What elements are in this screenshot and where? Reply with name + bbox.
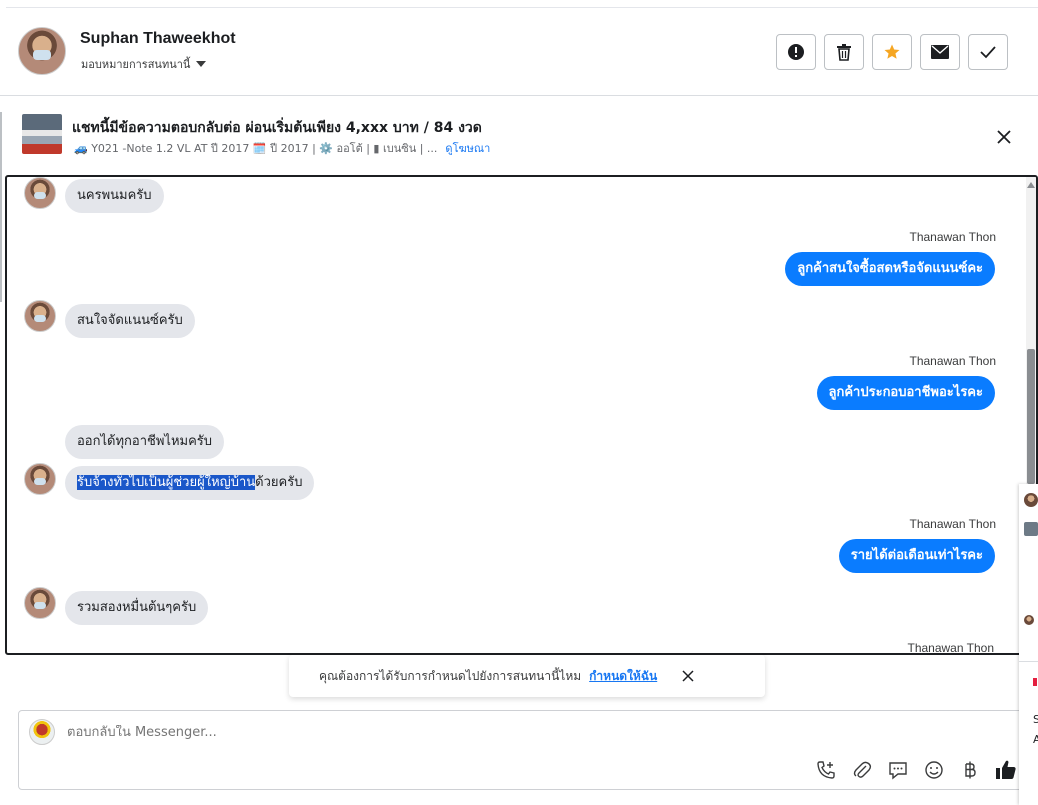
- scroll-up-arrow-icon[interactable]: [1027, 182, 1035, 188]
- overlay-text: A: [1033, 733, 1038, 746]
- emoji-button[interactable]: [923, 759, 945, 781]
- mark-unread-button[interactable]: [920, 34, 960, 70]
- assign-label: มอบหมายการสนทนานี้: [81, 58, 191, 71]
- list-item-avatar[interactable]: [1024, 493, 1038, 507]
- star-button[interactable]: [872, 34, 912, 70]
- mark-spam-button[interactable]: [776, 34, 816, 70]
- payment-button[interactable]: [959, 759, 981, 781]
- view-ad-link[interactable]: ดูโฆษณา: [445, 139, 490, 157]
- close-ad-button[interactable]: [992, 125, 1016, 149]
- incoming-message[interactable]: ออกได้ทุกอาชีพไหมครับ: [65, 425, 225, 459]
- composer-toolbar: [815, 759, 1017, 781]
- list-item-ad-thumb[interactable]: [1024, 522, 1038, 536]
- exclamation-icon: [788, 44, 804, 60]
- avatar-mask-shape: [34, 192, 46, 199]
- chevron-down-icon: [196, 61, 207, 67]
- phone-plus-icon: [817, 761, 835, 779]
- contact-avatar-small: [24, 177, 56, 209]
- thumbs-up-icon: [996, 760, 1016, 779]
- assign-notification: คุณต้องการได้รับการกำหนดไปยังการสนทนานี้…: [289, 655, 765, 697]
- saved-reply-button[interactable]: [887, 759, 909, 781]
- notification-text: คุณต้องการได้รับการกำหนดไปยังการสนทนานี้…: [319, 668, 582, 683]
- contact-name[interactable]: Suphan Thaweekhot: [80, 30, 236, 48]
- assign-conversation-dropdown[interactable]: มอบหมายการสนทนานี้: [81, 55, 207, 73]
- message-text-rest: ด้วยครับ: [255, 475, 303, 490]
- emoji-icon: [925, 761, 943, 779]
- outgoing-message[interactable]: รายได้ต่อเดือนเท่าไรคะ: [838, 539, 995, 573]
- trash-icon: [837, 44, 851, 61]
- close-icon: [997, 130, 1011, 144]
- assign-to-me-link[interactable]: กำหนดให้ฉัน: [589, 667, 657, 686]
- avatar-mask-shape: [32, 50, 52, 61]
- avatar-mask-shape: [34, 478, 46, 485]
- ad-title: แชทนี้มีข้อความตอบกลับต่อ ผ่อนเริ่มต้นเพ…: [72, 120, 482, 136]
- incoming-message[interactable]: สนใจจัดแนนซ์ครับ: [65, 304, 195, 338]
- scrollbar-thumb[interactable]: [1027, 349, 1035, 484]
- selected-text: รับจ้างทั่วไปเป็นผู้ช่วยผู้ใหญ่บ้าน: [77, 475, 256, 490]
- sender-name: Thanawan Thon: [907, 641, 994, 655]
- delete-button[interactable]: [824, 34, 864, 70]
- overlay-text: S: [1033, 713, 1038, 726]
- ad-subtitle-row: 🚙 Y021 -Note 1.2 VL AT ปี 2017 🗓️ ปี 201…: [74, 139, 490, 157]
- close-notification-button[interactable]: [679, 667, 697, 685]
- status-marker: [1033, 678, 1037, 686]
- ad-context-bar: แชทนี้มีข้อความตอบกลับต่อ ผ่อนเริ่มต้นเพ…: [0, 97, 1038, 175]
- sender-name: Thanawan Thon: [909, 517, 996, 531]
- paperclip-icon: [853, 761, 872, 778]
- incoming-message[interactable]: รวมสองหมื่นต้นๆครับ: [65, 591, 209, 625]
- contact-avatar-small: [24, 463, 56, 495]
- page-avatar: [29, 719, 55, 745]
- messenger-conversation-view: Suphan Thaweekhot มอบหมายการสนทนานี้ แชท…: [0, 0, 1038, 805]
- contact-avatar-small: [24, 300, 56, 332]
- star-icon: [884, 44, 900, 59]
- ad-thumbnail[interactable]: [22, 114, 62, 154]
- avatar-mask-shape: [34, 602, 46, 609]
- close-icon: [682, 670, 694, 682]
- conversation-header: Suphan Thaweekhot มอบหมายการสนทนานี้: [0, 8, 1038, 96]
- conversation-list-overlay[interactable]: S A: [1019, 484, 1038, 805]
- header-actions: [776, 34, 1008, 70]
- reply-input[interactable]: [67, 725, 767, 740]
- sender-name: Thanawan Thon: [909, 354, 996, 368]
- envelope-icon: [931, 45, 949, 59]
- incoming-message[interactable]: นครพนมครับ: [65, 179, 164, 213]
- outgoing-message[interactable]: ลูกค้าสนใจซื้อสดหรือจัดแนนซ์คะ: [785, 252, 995, 286]
- mark-done-button[interactable]: [968, 34, 1008, 70]
- incoming-message[interactable]: รับจ้างทั่วไปเป็นผู้ช่วยผู้ใหญ่บ้านด้วยค…: [65, 466, 315, 500]
- outgoing-message[interactable]: ลูกค้าประกอบอาชีพอะไรคะ: [816, 376, 995, 410]
- list-item-avatar-small[interactable]: [1024, 615, 1034, 625]
- overlay-divider: [1019, 661, 1038, 662]
- reply-composer: [18, 710, 1028, 790]
- ad-subtitle: 🚙 Y021 -Note 1.2 VL AT ปี 2017 🗓️ ปี 201…: [74, 142, 438, 155]
- contact-avatar[interactable]: [18, 27, 66, 75]
- call-button[interactable]: [815, 759, 837, 781]
- contact-avatar-small: [24, 587, 56, 619]
- sender-name: Thanawan Thon: [909, 230, 996, 244]
- attach-button[interactable]: [851, 759, 873, 781]
- check-icon: [980, 46, 996, 59]
- like-button[interactable]: [995, 759, 1017, 781]
- message-thread[interactable]: นครพนมครับ Thanawan Thon ลูกค้าสนใจซื้อส…: [5, 175, 1038, 655]
- avatar-mask-shape: [34, 315, 46, 322]
- baht-icon: [965, 761, 976, 779]
- quick-reply-icon: [889, 762, 907, 780]
